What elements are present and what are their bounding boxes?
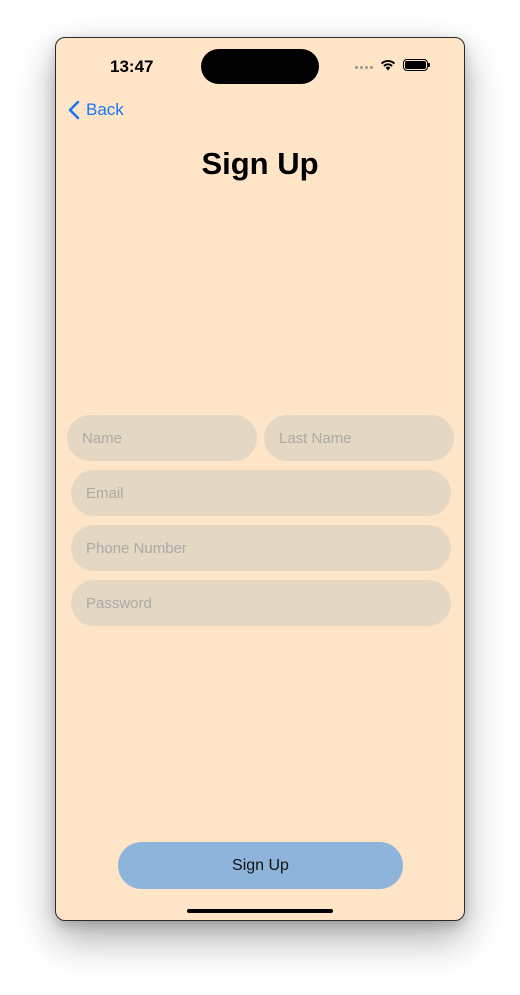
phone-number-input[interactable]: [86, 539, 436, 557]
back-button[interactable]: Back: [68, 98, 124, 122]
page-title: Sign Up: [201, 146, 319, 181]
password-field[interactable]: [71, 580, 451, 626]
status-time: 13:47: [110, 57, 154, 76]
phone-number-field[interactable]: [71, 525, 451, 571]
name-input[interactable]: [82, 429, 242, 447]
signal-icon: [355, 66, 373, 69]
last-name-input[interactable]: [279, 429, 439, 447]
status-icons: [355, 58, 430, 71]
home-indicator: [187, 909, 333, 913]
signup-button[interactable]: Sign Up: [118, 842, 403, 889]
chevron-left-icon: [68, 100, 80, 120]
back-label: Back: [86, 100, 124, 119]
name-field[interactable]: [67, 415, 257, 461]
status-bar: 13:47: [56, 38, 464, 92]
battery-icon: [403, 58, 430, 71]
email-field[interactable]: [71, 470, 451, 516]
password-input[interactable]: [86, 594, 436, 612]
email-input[interactable]: [86, 484, 436, 502]
phone-screen: 13:47 Back Sign Up Name Last Name Email …: [55, 37, 465, 921]
dynamic-island: [201, 49, 319, 84]
last-name-field[interactable]: [264, 415, 454, 461]
wifi-icon: [380, 59, 396, 71]
